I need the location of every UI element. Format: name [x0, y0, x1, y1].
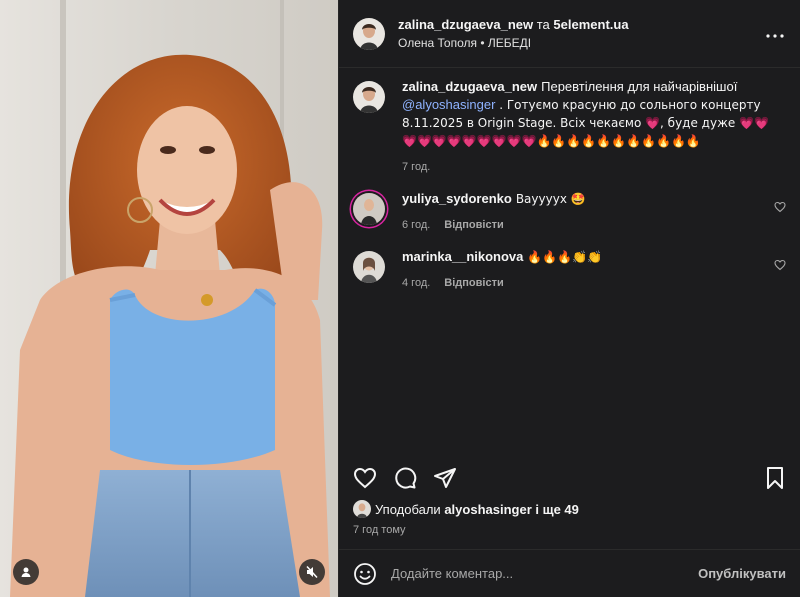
- heart-icon: [774, 259, 786, 271]
- caption-mention[interactable]: @alyoshasinger: [402, 97, 495, 112]
- avatar-image: [353, 500, 371, 518]
- comment-item: yuliya_sydorenko Вауууух 🤩 6 год. Відпові…: [353, 190, 786, 234]
- audio-separator: •: [480, 35, 485, 50]
- comment-icon: [395, 467, 417, 489]
- audio-track[interactable]: ЛЕБЕДІ: [488, 36, 531, 50]
- commenter-avatar[interactable]: [353, 193, 385, 225]
- caption-author-avatar[interactable]: [353, 81, 385, 113]
- comment-button[interactable]: [393, 466, 417, 490]
- comment-time[interactable]: 4 год.: [402, 274, 430, 292]
- heart-icon: [353, 467, 377, 489]
- comment-text: Вауууух 🤩: [515, 192, 586, 206]
- avatar-image: [353, 193, 385, 225]
- post-actions-bar: [339, 460, 800, 496]
- comment-text: 🔥🔥🔥👏👏: [527, 250, 603, 264]
- post-comment-button[interactable]: Опублікувати: [698, 566, 786, 581]
- commenter-avatar[interactable]: [353, 251, 385, 283]
- comment-username[interactable]: marinka__nikonova: [402, 249, 523, 264]
- mute-toggle-button[interactable]: [299, 559, 325, 585]
- post-details-panel: zalina_dzugaeva_new та 5element.ua Олена…: [338, 0, 800, 597]
- more-options-button[interactable]: [766, 22, 784, 43]
- like-button[interactable]: [353, 466, 377, 490]
- bookmark-icon: [767, 467, 783, 489]
- reply-button[interactable]: Відповісти: [444, 274, 503, 292]
- caption-time[interactable]: 7 год.: [402, 158, 430, 176]
- likes-user[interactable]: alyoshasinger: [444, 502, 531, 517]
- caption-text-before: Перевтілення для найчарівнішої: [541, 79, 738, 94]
- reply-button[interactable]: Відповісти: [444, 216, 503, 234]
- share-icon: [434, 468, 456, 488]
- comments-list[interactable]: zalina_dzugaeva_new Перевтілення для найч…: [339, 68, 800, 458]
- emoji-picker-button[interactable]: [353, 562, 377, 586]
- post-photo: [0, 0, 338, 597]
- caption-username[interactable]: zalina_dzugaeva_new: [402, 79, 537, 94]
- collab-conjunction: та: [536, 16, 550, 32]
- comment-item: marinka__nikonova 🔥🔥🔥👏👏 4 год. Відповісти: [353, 248, 786, 292]
- post-timestamp: 7 год тому: [353, 524, 406, 536]
- comment-composer: Опублікувати: [339, 549, 800, 597]
- heart-icon: [774, 201, 786, 213]
- emoji-icon: [354, 562, 376, 585]
- avatar-image: [353, 81, 385, 113]
- audio-artist[interactable]: Олена Тополя: [398, 36, 477, 50]
- avatar-image: [353, 251, 385, 283]
- post-header: zalina_dzugaeva_new та 5element.ua Олена…: [339, 0, 800, 68]
- likes-prefix: Уподобали: [375, 501, 441, 517]
- author-avatar[interactable]: [353, 17, 385, 50]
- more-options-icon: [766, 34, 784, 38]
- author-username[interactable]: zalina_dzugaeva_new: [398, 17, 533, 32]
- post-dialog: zalina_dzugaeva_new та 5element.ua Олена…: [0, 0, 800, 597]
- post-media[interactable]: [0, 0, 338, 597]
- avatar-image: [353, 17, 385, 50]
- comment-time[interactable]: 6 год.: [402, 216, 430, 234]
- save-button[interactable]: [764, 466, 786, 490]
- comment-like-button[interactable]: [774, 200, 786, 216]
- muted-speaker-icon: [306, 565, 318, 579]
- likes-suffix[interactable]: і ще 49: [535, 502, 579, 517]
- post-caption: zalina_dzugaeva_new Перевтілення для найч…: [353, 78, 786, 176]
- likes-summary[interactable]: Уподобали alyoshasinger і ще 49: [353, 500, 579, 518]
- collaborator-username[interactable]: 5element.ua: [553, 17, 628, 32]
- comment-like-button[interactable]: [774, 258, 786, 274]
- tagged-user-icon: [21, 567, 31, 577]
- liker-avatar: [353, 500, 371, 518]
- share-button[interactable]: [433, 466, 457, 490]
- tagged-users-button[interactable]: [13, 559, 39, 585]
- comment-input[interactable]: [391, 566, 699, 581]
- comment-username[interactable]: yuliya_sydorenko: [402, 191, 512, 206]
